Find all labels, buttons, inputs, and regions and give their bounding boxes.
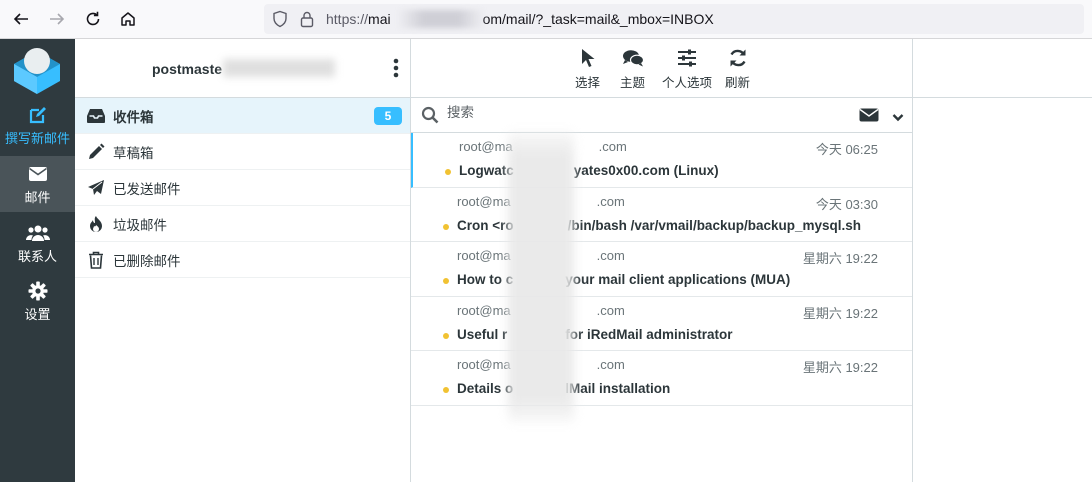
more-vertical-icon xyxy=(393,58,399,78)
envelope-icon xyxy=(28,163,48,185)
select-button[interactable]: 选择 xyxy=(575,47,600,91)
unread-dot xyxy=(443,278,449,284)
cursor-pointer-icon xyxy=(581,47,595,69)
arrow-left-icon xyxy=(13,13,28,25)
message-row[interactable]: root@ma .com 星期六 19:22 How to c your mail … xyxy=(411,242,912,297)
nav-contacts-label: 联系人 xyxy=(17,248,57,264)
folder-label: 已删除邮件 xyxy=(113,253,181,269)
message-date: 星期六 19:22 xyxy=(802,251,878,266)
folder-trash[interactable]: 已删除邮件 xyxy=(75,242,410,278)
folder-pane: postmaste 收件箱 5 草稿箱 已发送邮件 垃圾邮件 已删除邮件 xyxy=(75,39,411,482)
comments-icon xyxy=(622,47,644,69)
message-date: 星期六 19:22 xyxy=(802,305,878,321)
unread-dot xyxy=(445,169,451,175)
search-bar xyxy=(411,98,912,133)
address-bar[interactable]: https://mai om/mail/?_task=mail&_mbox=INB… xyxy=(264,4,1084,34)
folder-drafts[interactable]: 草稿箱 xyxy=(75,134,410,170)
folder-junk[interactable]: 垃圾邮件 xyxy=(75,206,410,242)
unread-count-badge: 5 xyxy=(374,107,402,125)
message-row[interactable]: root@ma .com 今天 06:25 Logwatc yates0x00.co… xyxy=(411,133,912,188)
roundcube-logo[interactable] xyxy=(8,43,66,95)
unread-dot xyxy=(443,387,449,393)
message-row[interactable]: root@ma .com 星期六 19:22 Useful r for iRedMa… xyxy=(411,297,912,351)
nav-mail[interactable]: 邮件 xyxy=(0,156,75,212)
folder-label: 已发送邮件 xyxy=(113,181,181,197)
message-date: 今天 03:30 xyxy=(815,196,878,212)
folder-label: 草稿箱 xyxy=(113,145,154,161)
select-label: 选择 xyxy=(575,76,601,90)
list-options-button[interactable]: 个人选项 xyxy=(662,47,712,91)
message-subject: How to c your mail client applications (M… xyxy=(457,272,791,287)
compose-label: 撰写新邮件 xyxy=(4,130,70,146)
search-scope-envelope-icon[interactable] xyxy=(859,108,879,127)
message-subject: Logwatc yates0x00.com (Linux) xyxy=(459,163,719,178)
list-options-label: 个人选项 xyxy=(662,76,713,90)
reload-button[interactable] xyxy=(82,8,104,30)
users-icon xyxy=(25,222,50,244)
app-navigation: 撰写新邮件 邮件 联系人 设置 xyxy=(0,39,75,482)
unread-dot xyxy=(443,332,449,339)
redacted-column xyxy=(508,132,574,422)
home-icon xyxy=(121,12,135,26)
refresh-label: 刷新 xyxy=(725,76,751,90)
folder-inbox[interactable]: 收件箱 5 xyxy=(75,98,410,134)
preview-header xyxy=(913,39,1092,98)
arrow-right-icon xyxy=(50,13,65,25)
redacted-host xyxy=(397,10,485,28)
message-list-pane: 选择 主题 个人选项 刷新 搜索 root@ma .com 今天 06:25 L… xyxy=(411,39,913,482)
message-date: 今天 06:25 xyxy=(815,142,878,157)
folder-label: 收件箱 xyxy=(113,109,154,125)
nav-settings[interactable]: 设置 xyxy=(0,273,75,329)
back-button[interactable] xyxy=(10,8,32,30)
folder-sent[interactable]: 已发送邮件 xyxy=(75,170,410,206)
sliders-icon xyxy=(677,47,697,69)
reload-icon xyxy=(86,11,100,26)
redacted-account xyxy=(223,59,335,77)
account-name: postmaste xyxy=(152,61,223,77)
lock-icon[interactable] xyxy=(300,10,314,33)
search-icon[interactable] xyxy=(421,106,439,129)
folder-pane-header: postmaste xyxy=(75,39,410,98)
nav-contacts[interactable]: 联系人 xyxy=(0,215,75,271)
pencil-icon xyxy=(85,142,107,162)
refresh-button[interactable]: 刷新 xyxy=(725,47,750,91)
trash-icon xyxy=(85,250,107,270)
threads-button[interactable]: 主题 xyxy=(620,47,645,91)
compose-button[interactable]: 撰写新邮件 xyxy=(0,97,75,153)
gear-icon xyxy=(28,280,48,302)
fire-icon xyxy=(85,214,107,234)
folder-label: 垃圾邮件 xyxy=(113,217,167,233)
home-button[interactable] xyxy=(117,8,139,30)
threads-label: 主题 xyxy=(620,76,646,90)
message-subject: Useful r for iRedMail administrator xyxy=(457,326,733,342)
message-date: 星期六 19:22 xyxy=(802,360,878,375)
nav-mail-label: 邮件 xyxy=(24,189,51,205)
list-toolbar: 选择 主题 个人选项 刷新 xyxy=(411,39,912,98)
unread-dot xyxy=(443,223,449,230)
url-text: https://mai om/mail/?_task=mail&_mbox=INB… xyxy=(326,11,714,27)
account-menu-button[interactable] xyxy=(393,58,399,78)
inbox-icon xyxy=(85,106,107,126)
refresh-icon xyxy=(728,47,748,69)
forward-button[interactable] xyxy=(46,8,68,30)
chevron-down-icon[interactable] xyxy=(892,110,904,128)
nav-settings-label: 设置 xyxy=(24,306,51,322)
message-row[interactable]: root@ma .com 今天 03:30 Cron <ro/bin/bash /… xyxy=(411,188,912,242)
compose-icon xyxy=(28,104,48,126)
paper-plane-icon xyxy=(85,178,107,198)
preview-pane xyxy=(913,39,1092,482)
message-row[interactable]: root@ma .com 星期六 19:22 Details o lMail ins… xyxy=(411,351,912,406)
browser-toolbar: https://mai om/mail/?_task=mail&_mbox=INB… xyxy=(0,0,1092,39)
search-input[interactable] xyxy=(447,105,827,120)
shield-icon[interactable] xyxy=(272,10,288,33)
